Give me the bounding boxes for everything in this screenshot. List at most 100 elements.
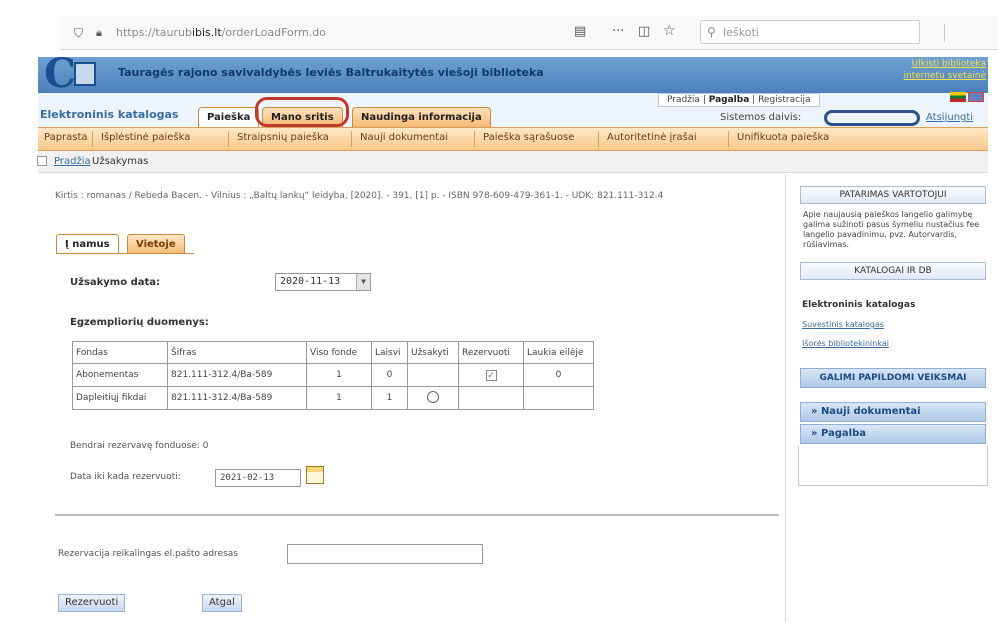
subtab-vietoje[interactable]: Vietoje [127, 234, 185, 254]
cell-fondas: Abonementas [72, 363, 168, 387]
toolbar-divider [944, 24, 945, 42]
subtab-i-namus[interactable]: Į namus [56, 234, 119, 254]
menu-item-unifikuota[interactable]: Unifikuota paieška [737, 132, 829, 143]
url-domain: ibis.lt [191, 26, 222, 39]
reserve-button[interactable]: Rezervuoti [58, 594, 126, 612]
logout-link[interactable]: Atsijungti [926, 112, 973, 123]
highlight-oval-system [824, 110, 920, 126]
chevron-down-icon[interactable]: ▼ [356, 274, 370, 290]
cell-uzsakyti [407, 386, 459, 410]
email-label: Rezervacija reikalingas el.pašto adresas [58, 549, 238, 559]
action-nauji-dokumentai[interactable]: » Nauji dokumentai [800, 402, 986, 422]
col-header-uzsakyti: Užsakyti [407, 341, 459, 364]
search-icon: ⚲ [707, 25, 716, 39]
url-suffix: /orderLoadForm.do [221, 26, 326, 39]
menu-divider [598, 131, 599, 147]
col-header-rezervuoti: Rezervuoti [458, 341, 524, 364]
home-icon [37, 156, 47, 166]
url-prefix: https://taurub [116, 26, 192, 39]
menu-divider [228, 131, 229, 147]
reserve-until-input[interactable]: 2021-02-13 [215, 469, 301, 487]
order-date-select[interactable]: 2020-11-13 ▼ [275, 273, 371, 291]
table-row: Dapleitiųj fikdai 821.111-312.4/Ba-589 1… [72, 386, 594, 410]
order-radio[interactable] [427, 390, 439, 403]
col-header-viso: Viso fonde [306, 341, 372, 364]
highlight-circle-mano-sritis [255, 97, 349, 127]
advice-text: Apie naujausią paieškos langelio galimyb… [803, 210, 980, 249]
more-actions-icon[interactable]: ··· [612, 24, 624, 39]
order-date-value: 2020-11-13 [280, 276, 341, 287]
menu-divider [92, 131, 93, 147]
pocket-icon[interactable]: ◫ [638, 24, 650, 39]
logo-book-icon [74, 62, 96, 86]
english-flag-icon[interactable] [968, 92, 984, 102]
cell-sifras: 821.111-312.4/Ba-589 [167, 363, 307, 387]
breadcrumb-home[interactable]: Pradžia [54, 156, 91, 167]
section-divider [55, 514, 779, 516]
table-header-row: Fondas Šifras Viso fonde Laisvi Užsakyti… [72, 341, 594, 364]
library-links: Ulkisti biblioteka internetu svetainė [860, 58, 987, 82]
col-header-laukia: Laukia eilėje [523, 341, 594, 364]
menu-item-paprasta[interactable]: Paprasta [44, 132, 88, 143]
top-links: Pradžia | Pagalba | Registracija [658, 93, 820, 107]
cell-laisvi: 1 [371, 386, 408, 410]
bookmark-star-icon[interactable]: ☆ [663, 23, 676, 39]
cell-rezervuoti [458, 386, 524, 410]
tab-naudinga-informacija[interactable]: Naudinga informacija [352, 107, 491, 127]
actions-header: GALIMI PAPILDOMI VEIKSMAI [800, 368, 986, 388]
copies-label: Egzempliorių duomenys: [70, 317, 209, 328]
url-bar[interactable]: https://taurubibis.lt/orderLoadForm.do [116, 26, 326, 39]
menu-item-sarasuose[interactable]: Paieška sąrašuose [483, 132, 574, 143]
copies-table: Fondas Šifras Viso fonde Laisvi Užsakyti… [72, 341, 594, 410]
library-logo[interactable]: C [44, 54, 98, 94]
catalogs-link-suvestinis[interactable]: Suvestinis katalogas [802, 320, 884, 329]
email-field[interactable] [287, 544, 483, 564]
link-registracija[interactable]: Registracija [758, 95, 811, 105]
lock-icon: 🔒︎ [96, 26, 102, 39]
order-date-label: Užsakymo data: [70, 277, 161, 288]
menu-item-autoritetiniai[interactable]: Autoritetinė įrašai [607, 132, 697, 143]
reader-view-icon[interactable]: ▤ [574, 24, 586, 39]
link-pradzia[interactable]: Pradžia [667, 95, 700, 105]
document-description: Kirtis : romanas / Rebeda Bacen. - Vilni… [55, 191, 664, 201]
menu-divider [728, 131, 729, 147]
menu-item-isplestine[interactable]: Išplėstinė paieška [101, 132, 190, 143]
link-pagalba[interactable]: Pagalba [709, 95, 750, 105]
col-header-sifras: Šifras [167, 341, 307, 364]
reserve-until-label: Data iki kada rezervuoti: [70, 472, 181, 482]
system-label: Sistemos daivis: [720, 112, 802, 123]
lithuanian-flag-icon[interactable] [950, 92, 966, 102]
search-placeholder: Ieškoti [723, 26, 759, 39]
col-header-fondas: Fondas [72, 341, 168, 364]
cell-laukia: 0 [523, 363, 594, 387]
library-title: Tauragės rajono savivaldybės Ieviės Balt… [118, 66, 544, 79]
reserve-checkbox[interactable]: ✓ [485, 369, 497, 381]
calendar-icon[interactable] [306, 466, 324, 484]
catalogs-bold-label: Elektroninis katalogas [802, 300, 916, 310]
cell-viso: 1 [306, 386, 372, 410]
advice-header: PATARIMAS VARTOTOJUI [800, 186, 986, 204]
menu-item-straipsniu[interactable]: Straipsnių paieška [237, 132, 329, 143]
tab-paieska[interactable]: Paieška [198, 107, 260, 127]
cell-laisvi: 0 [371, 363, 408, 387]
cell-rezervuoti: ✓ [458, 363, 524, 387]
catalogs-header: KATALOGAI IR DB [800, 262, 986, 280]
browser-search-input[interactable]: ⚲ Ieškoti [700, 20, 920, 44]
col-header-laisvi: Laisvi [371, 341, 408, 364]
sidebar-panel [798, 446, 988, 486]
shield-icon[interactable]: ⛉ [74, 26, 83, 41]
breadcrumb [38, 151, 988, 173]
logo-letter: C [44, 50, 76, 97]
cell-laukia [523, 386, 594, 410]
cell-uzsakyti [407, 363, 459, 387]
catalogs-link-isores[interactable]: Išorės bibliotekininkai [802, 339, 889, 348]
menu-divider [474, 131, 475, 147]
action-pagalba[interactable]: » Pagalba [800, 424, 986, 444]
total-reserved-text: Bendrai rezervavę fonduose: 0 [70, 441, 209, 451]
library-link-2[interactable]: internetu svetainė [860, 70, 987, 82]
back-button[interactable]: Atgal [202, 594, 242, 612]
breadcrumb-current: Užsakymas [92, 156, 149, 167]
menu-item-nauji[interactable]: Nauji dokumentai [360, 132, 448, 143]
cell-fondas: Dapleitiųj fikdai [72, 386, 168, 410]
library-link-1[interactable]: Ulkisti biblioteka [860, 58, 986, 70]
